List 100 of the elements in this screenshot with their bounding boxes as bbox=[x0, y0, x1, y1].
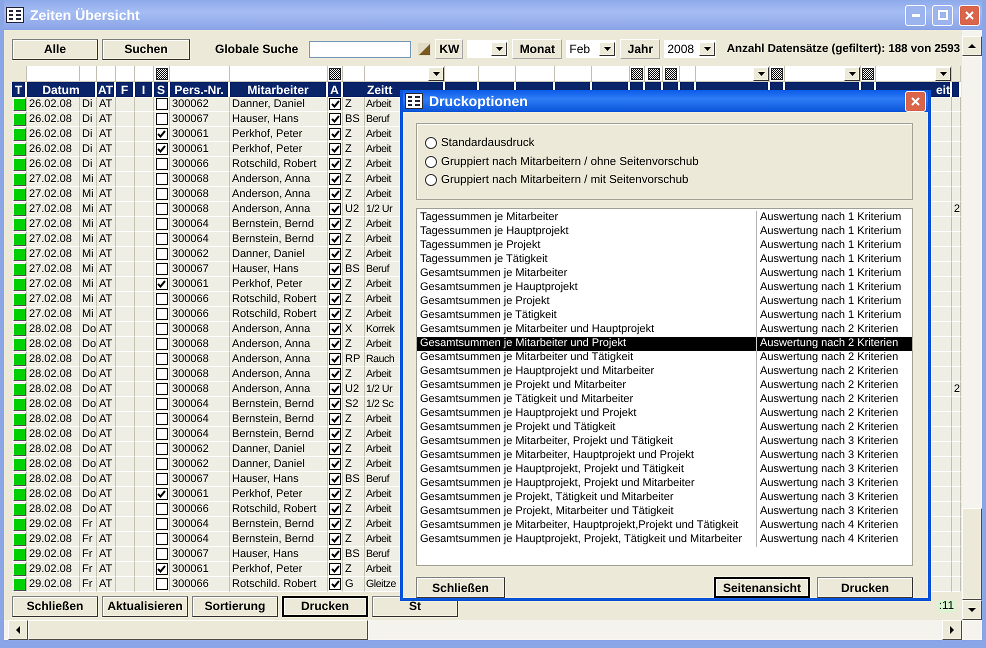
table-cell bbox=[116, 517, 135, 532]
employee-cell: Perkhof, Peter bbox=[230, 127, 328, 142]
dialog-button[interactable]: Schließen bbox=[416, 577, 505, 598]
filter-cell[interactable] bbox=[116, 66, 135, 82]
filter-cell[interactable] bbox=[592, 66, 630, 82]
filter-cell[interactable] bbox=[663, 66, 680, 82]
filter-cell[interactable] bbox=[876, 66, 952, 82]
filter-cell[interactable] bbox=[343, 66, 365, 82]
type-cell: AT bbox=[97, 532, 116, 547]
filter-cell[interactable] bbox=[785, 66, 861, 82]
table-cell bbox=[952, 322, 961, 337]
table-cell bbox=[952, 502, 961, 517]
filter-cell[interactable] bbox=[680, 66, 696, 82]
toolbar-button[interactable]: Suchen bbox=[102, 38, 190, 60]
type-cell: AT bbox=[97, 517, 116, 532]
close-button[interactable] bbox=[905, 90, 926, 112]
day-cell: Do bbox=[80, 382, 97, 397]
personnel-number-cell: 300064 bbox=[170, 217, 230, 232]
table-cell bbox=[116, 562, 135, 577]
dialog-button[interactable]: Drucken bbox=[817, 577, 913, 598]
column-header: AT bbox=[97, 82, 116, 97]
filter-cell[interactable] bbox=[230, 66, 328, 82]
day-cell: Di bbox=[80, 112, 97, 127]
dialog-button[interactable]: Seitenansicht bbox=[714, 577, 810, 598]
radio-button[interactable] bbox=[425, 136, 437, 149]
type-cell: AT bbox=[97, 337, 116, 352]
close-button[interactable] bbox=[959, 4, 980, 26]
code-cell: BS bbox=[343, 262, 365, 277]
filter-dropdown-button[interactable] bbox=[844, 66, 860, 80]
employee-cell: Anderson, Anna bbox=[230, 382, 328, 397]
filter-cell[interactable] bbox=[365, 66, 445, 82]
filter-dropdown-button[interactable] bbox=[753, 66, 769, 80]
radio-button[interactable] bbox=[425, 174, 437, 186]
column-header: Datum bbox=[27, 82, 97, 97]
form-button[interactable]: Drucken bbox=[282, 596, 368, 616]
filter-cell[interactable] bbox=[516, 66, 555, 82]
form-button[interactable]: Aktualisieren bbox=[102, 596, 188, 616]
day-cell: Di bbox=[80, 127, 97, 142]
day-cell: Do bbox=[80, 352, 97, 367]
employee-cell: Bernstein, Bernd bbox=[230, 232, 328, 247]
form-button[interactable]: Sortierung bbox=[192, 596, 278, 616]
date-cell: 28.02.08 bbox=[27, 487, 80, 502]
form-button[interactable]: Schließen bbox=[12, 596, 98, 616]
caret-icon bbox=[940, 72, 946, 76]
date-cell: 26.02.08 bbox=[27, 142, 80, 157]
month-dropdown[interactable]: Feb bbox=[566, 40, 616, 58]
table-cell bbox=[116, 322, 135, 337]
code-cell: G bbox=[343, 577, 365, 592]
personnel-number-cell: 300067 bbox=[170, 547, 230, 562]
horizontal-scrollbar[interactable] bbox=[4, 620, 982, 640]
filter-dropdown-button[interactable] bbox=[935, 66, 951, 80]
search-field[interactable] bbox=[309, 40, 412, 58]
column-header bbox=[952, 82, 961, 97]
filter-toggle-icon[interactable] bbox=[665, 68, 677, 80]
personnel-number-cell: 300068 bbox=[170, 367, 230, 382]
filter-cell[interactable] bbox=[97, 66, 116, 82]
window-title: Zeiten Übersicht bbox=[30, 7, 141, 23]
filter-cell[interactable] bbox=[445, 66, 479, 82]
filter-cell[interactable] bbox=[27, 66, 80, 82]
filter-toggle-icon[interactable] bbox=[648, 68, 660, 80]
code-cell: Z bbox=[343, 292, 365, 307]
employee-cell: Danner, Daniel bbox=[230, 97, 328, 112]
toolbar-button[interactable]: Alle bbox=[12, 38, 98, 60]
personnel-number-cell: 300061 bbox=[170, 127, 230, 142]
personnel-number-cell: 300068 bbox=[170, 322, 230, 337]
day-cell: Fr bbox=[80, 517, 97, 532]
table-cell bbox=[116, 412, 135, 427]
filter-cell[interactable] bbox=[952, 66, 961, 82]
personnel-number-cell: 300064 bbox=[170, 517, 230, 532]
filter-cell[interactable] bbox=[645, 66, 663, 82]
employee-cell: Hauser, Hans bbox=[230, 547, 328, 562]
caret-icon bbox=[758, 72, 764, 76]
filter-cell[interactable] bbox=[479, 66, 516, 82]
filter-cell[interactable] bbox=[696, 66, 770, 82]
filter-cell[interactable] bbox=[80, 66, 97, 82]
vertical-scrollbar[interactable] bbox=[962, 30, 982, 620]
day-cell: Mi bbox=[80, 307, 97, 322]
year-dropdown[interactable]: 2008 bbox=[664, 40, 716, 58]
employee-cell: Hauser, Hans bbox=[230, 112, 328, 127]
filter-dropdown-button[interactable] bbox=[428, 66, 444, 80]
date-cell: 28.02.08 bbox=[27, 472, 80, 487]
filter-cell[interactable] bbox=[555, 66, 592, 82]
date-cell: 28.02.08 bbox=[27, 502, 80, 517]
table-cell bbox=[116, 277, 135, 292]
kw-label: KW bbox=[435, 39, 464, 59]
code-cell: Z bbox=[343, 277, 365, 292]
table-cell bbox=[116, 577, 135, 592]
week-dropdown[interactable] bbox=[467, 40, 508, 58]
scroll-thumb[interactable] bbox=[28, 620, 368, 640]
list-item[interactable]: Gesamtsummen je Mitarbeiter und Projekt Auswertung nach 2 Kriterien bbox=[417, 337, 912, 351]
filter-cell[interactable] bbox=[135, 66, 154, 82]
personnel-number-cell: 300066 bbox=[170, 307, 230, 322]
table-cell bbox=[116, 187, 135, 202]
scroll-thumb[interactable] bbox=[962, 508, 982, 600]
employee-cell: Bernstein, Bernd bbox=[230, 217, 328, 232]
filter-cell[interactable] bbox=[170, 66, 230, 82]
column-header: Mitarbeiter bbox=[230, 82, 328, 97]
table-cell bbox=[116, 157, 135, 172]
date-cell: 28.02.08 bbox=[27, 322, 80, 337]
radio-button[interactable] bbox=[425, 156, 437, 168]
